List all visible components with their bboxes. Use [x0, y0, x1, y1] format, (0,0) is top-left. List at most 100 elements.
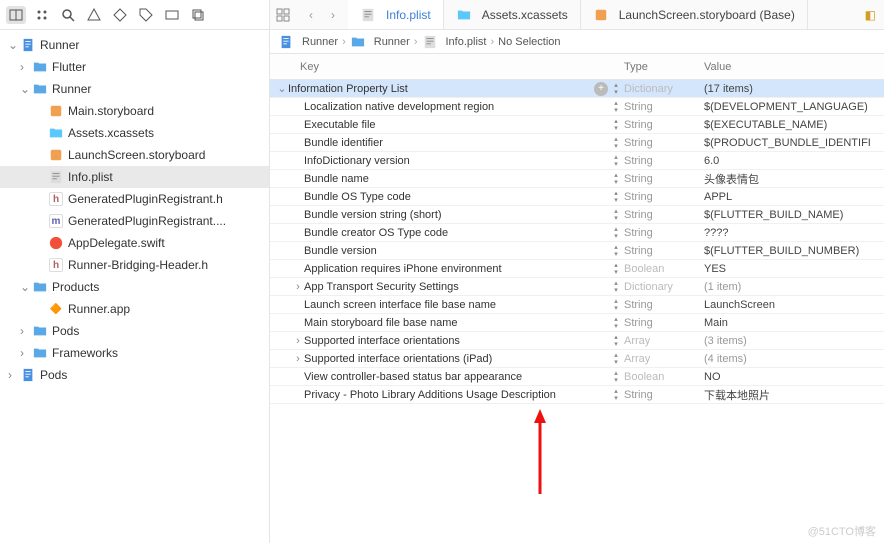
- plist-key[interactable]: Bundle name: [304, 173, 612, 185]
- plist-value[interactable]: $(EXECUTABLE_NAME): [704, 119, 884, 131]
- plist-key[interactable]: Supported interface orientations: [304, 335, 612, 347]
- layers-icon[interactable]: [188, 6, 208, 24]
- disclosure-icon[interactable]: ⌄: [8, 38, 18, 52]
- sidebar-item[interactable]: hGeneratedPluginRegistrant.h: [0, 188, 269, 210]
- plist-value[interactable]: (1 item): [704, 281, 884, 293]
- stepper-icon[interactable]: ▴▾: [612, 136, 620, 150]
- plist-row[interactable]: Bundle version string (short)▴▾String$(F…: [270, 206, 884, 224]
- plist-key[interactable]: Main storyboard file base name: [304, 317, 612, 329]
- plist-type[interactable]: Dictionary: [624, 281, 704, 293]
- plist-row[interactable]: Executable file▴▾String$(EXECUTABLE_NAME…: [270, 116, 884, 134]
- plist-key[interactable]: Bundle OS Type code: [304, 191, 612, 203]
- diamond-icon[interactable]: [110, 6, 130, 24]
- plist-row[interactable]: Main storyboard file base name▴▾StringMa…: [270, 314, 884, 332]
- breadcrumb-item[interactable]: No Selection: [498, 36, 560, 48]
- tab-grid-icon[interactable]: [270, 8, 296, 22]
- disclosure-icon[interactable]: ›: [292, 281, 304, 293]
- plist-key[interactable]: Supported interface orientations (iPad): [304, 353, 612, 365]
- plist-row[interactable]: Bundle name▴▾String头像表情包: [270, 170, 884, 188]
- sidebar-item[interactable]: Info.plist: [0, 166, 269, 188]
- sidebar-item[interactable]: AppDelegate.swift: [0, 232, 269, 254]
- plist-value[interactable]: 6.0: [704, 155, 884, 167]
- plist-key[interactable]: Bundle identifier: [304, 137, 612, 149]
- plist-row[interactable]: Bundle creator OS Type code▴▾ String????: [270, 224, 884, 242]
- plist-value[interactable]: YES: [704, 263, 884, 275]
- stepper-icon[interactable]: ▴▾: [612, 370, 620, 384]
- plist-type[interactable]: String: [624, 209, 704, 221]
- plist-key[interactable]: Launch screen interface file base name: [304, 299, 612, 311]
- plist-key[interactable]: Bundle creator OS Type code: [304, 227, 612, 239]
- stepper-icon[interactable]: ▴▾: [612, 100, 620, 114]
- disclosure-icon[interactable]: ›: [292, 353, 304, 365]
- plist-row[interactable]: ›Supported interface orientations (iPad)…: [270, 350, 884, 368]
- plist-row[interactable]: ⌄Information Property List+▴▾Dictionary(…: [270, 80, 884, 98]
- plist-value[interactable]: $(FLUTTER_BUILD_NUMBER): [704, 245, 884, 257]
- breadcrumb-item[interactable]: Info.plist: [446, 36, 487, 48]
- disclosure-icon[interactable]: ›: [8, 368, 18, 382]
- plist-row[interactable]: ›Supported interface orientations▴▾Array…: [270, 332, 884, 350]
- plist-value[interactable]: (4 items): [704, 353, 884, 365]
- breadcrumb-item[interactable]: Runner: [374, 36, 410, 48]
- stepper-icon[interactable]: ▴▾: [612, 244, 620, 258]
- plist-type[interactable]: String: [624, 227, 704, 239]
- sidebar-item[interactable]: ›Pods: [0, 320, 269, 342]
- disclosure-icon[interactable]: ›: [20, 60, 30, 74]
- sidebar-item[interactable]: ⌄Runner: [0, 34, 269, 56]
- square.split-icon[interactable]: [6, 6, 26, 24]
- plist-value[interactable]: 头像表情包: [704, 171, 884, 187]
- plist-value[interactable]: $(DEVELOPMENT_LANGUAGE): [704, 101, 884, 113]
- disclosure-icon[interactable]: ›: [20, 346, 30, 360]
- column-type-header[interactable]: Type: [624, 61, 704, 73]
- plist-value[interactable]: APPL: [704, 191, 884, 203]
- plist-type[interactable]: Boolean: [624, 371, 704, 383]
- stepper-icon[interactable]: ▴▾: [612, 190, 620, 204]
- column-key-header[interactable]: Key: [270, 61, 624, 73]
- stepper-icon[interactable]: ▴▾: [612, 154, 620, 168]
- plist-type[interactable]: String: [624, 245, 704, 257]
- sidebar-item[interactable]: ›Pods: [0, 364, 269, 386]
- sidebar-item[interactable]: ⌄Products: [0, 276, 269, 298]
- plist-key[interactable]: Information Property List: [288, 83, 594, 95]
- stepper-icon[interactable]: ▴▾: [612, 388, 620, 402]
- stepper-icon[interactable]: ▴▾: [612, 316, 620, 330]
- column-value-header[interactable]: Value: [704, 61, 884, 73]
- disclosure-icon[interactable]: ›: [20, 324, 30, 338]
- plist-type[interactable]: String: [624, 155, 704, 167]
- sidebar-item[interactable]: ›Flutter: [0, 56, 269, 78]
- plist-row[interactable]: Privacy - Photo Library Additions Usage …: [270, 386, 884, 404]
- plist-row[interactable]: Application requires iPhone environment▴…: [270, 260, 884, 278]
- breadcrumb-item[interactable]: Runner: [302, 36, 338, 48]
- plist-key[interactable]: Localization native development region: [304, 101, 612, 113]
- stepper-icon[interactable]: ▴▾: [612, 352, 620, 366]
- sidebar-item[interactable]: ›Frameworks: [0, 342, 269, 364]
- nav-forward[interactable]: ›: [324, 6, 342, 24]
- plist-type[interactable]: String: [624, 101, 704, 113]
- sidebar-item[interactable]: mGeneratedPluginRegistrant....: [0, 210, 269, 232]
- plist-row[interactable]: ›App Transport Security Settings▴▾Dictio…: [270, 278, 884, 296]
- sidebar-item[interactable]: ⌄Runner: [0, 78, 269, 100]
- disclosure-icon[interactable]: ⌄: [20, 280, 30, 294]
- plist-type[interactable]: String: [624, 299, 704, 311]
- grid-icon[interactable]: [32, 6, 52, 24]
- nav-back[interactable]: ‹: [302, 6, 320, 24]
- plist-type[interactable]: String: [624, 119, 704, 131]
- stepper-icon[interactable]: ▴▾: [612, 226, 620, 240]
- add-button[interactable]: +: [594, 82, 608, 96]
- plist-value[interactable]: $(PRODUCT_BUNDLE_IDENTIFI: [704, 137, 884, 149]
- plist-value[interactable]: ????: [704, 227, 884, 239]
- plist-type[interactable]: Dictionary: [624, 83, 704, 95]
- plist-key[interactable]: Privacy - Photo Library Additions Usage …: [304, 389, 612, 401]
- disclosure-icon[interactable]: ⌄: [276, 82, 288, 95]
- sidebar-item[interactable]: 🔶Runner.app: [0, 298, 269, 320]
- plist-type[interactable]: Array: [624, 353, 704, 365]
- plist-type[interactable]: Array: [624, 335, 704, 347]
- plist-key[interactable]: InfoDictionary version: [304, 155, 612, 167]
- stepper-icon[interactable]: ▴▾: [612, 298, 620, 312]
- sidebar-item[interactable]: LaunchScreen.storyboard: [0, 144, 269, 166]
- plist-value[interactable]: LaunchScreen: [704, 299, 884, 311]
- stepper-icon[interactable]: ▴▾: [612, 208, 620, 222]
- plist-type[interactable]: String: [624, 173, 704, 185]
- sidebar-item[interactable]: Assets.xcassets: [0, 122, 269, 144]
- plist-row[interactable]: Launch screen interface file base name▴▾…: [270, 296, 884, 314]
- plist-type[interactable]: String: [624, 317, 704, 329]
